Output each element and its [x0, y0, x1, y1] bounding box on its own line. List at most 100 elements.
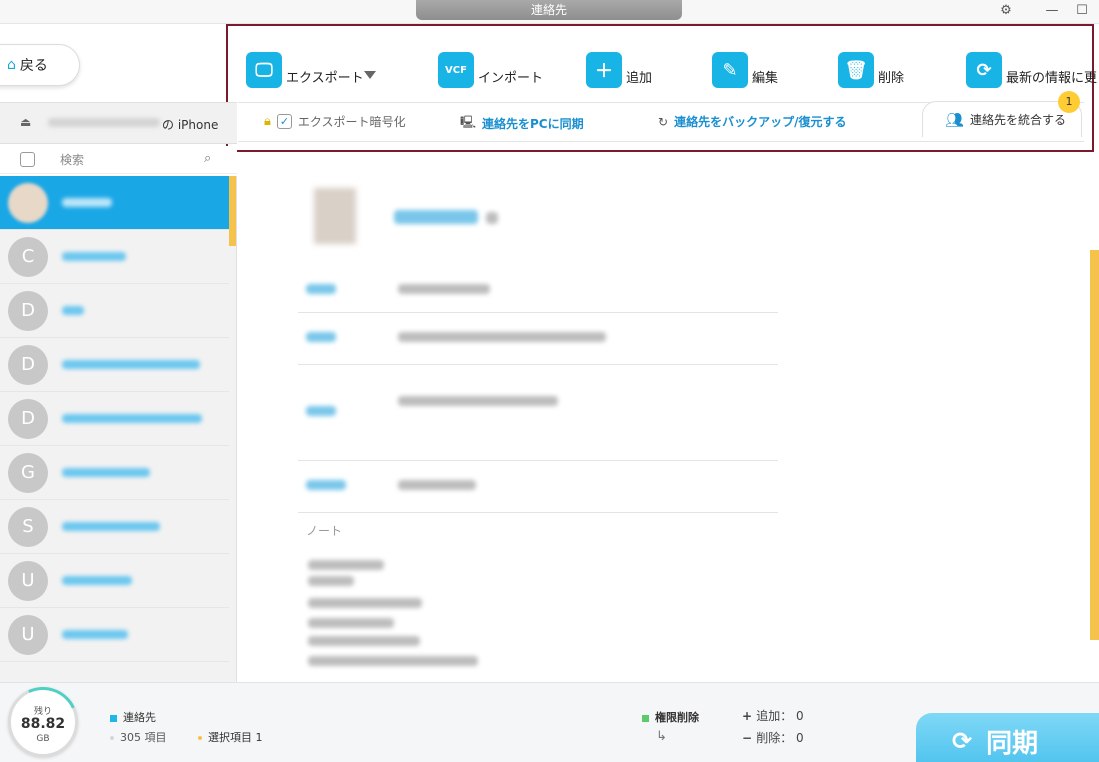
avatar: [8, 183, 48, 223]
contact-name-blurred: [62, 630, 128, 639]
gear-icon[interactable]: ⚙: [996, 2, 1016, 20]
note-label: ノート: [306, 524, 343, 538]
search-input[interactable]: [60, 150, 220, 170]
export-button[interactable]: 🖵 エクスポート: [246, 50, 364, 88]
history-icon: ↻: [658, 114, 669, 129]
edit-button[interactable]: ✎ 編集: [712, 50, 778, 88]
note-line-blurred: [308, 636, 420, 646]
permission-delete-label: 権限削除: [655, 711, 699, 724]
avatar: U: [8, 561, 48, 601]
contact-row[interactable]: G: [0, 446, 229, 500]
avatar: D: [8, 399, 48, 439]
contact-name-blurred: [62, 576, 132, 585]
note-line-blurred: [308, 576, 354, 586]
contacts-legend-label: 連絡先: [123, 711, 156, 724]
toolbar: 🖵 エクスポート VCF インポート ＋ 追加 ✎ 編集 🗑 削除 ⟳ 最新の情…: [226, 24, 1097, 152]
contact-row[interactable]: D: [0, 392, 229, 446]
selected-dot: [198, 736, 202, 740]
eject-icon[interactable]: ⏏: [20, 115, 31, 129]
items-dot: [110, 736, 114, 740]
divider: [298, 364, 778, 365]
home-icon: ⌂: [7, 57, 16, 73]
add-stat: + 追加： 0: [742, 707, 804, 724]
field-label-blurred: [306, 284, 336, 294]
arrow-icon: ↳: [656, 729, 667, 744]
field-value-blurred: [398, 396, 558, 406]
sync-to-pc-link[interactable]: 🖳 連絡先をPCに同期: [460, 113, 584, 134]
avatar: S: [8, 507, 48, 547]
contacts-legend: 連絡先: [110, 709, 156, 725]
sync-icon: ⟳: [952, 727, 973, 755]
add-button[interactable]: ＋ 追加: [586, 50, 652, 88]
contact-row[interactable]: S: [0, 500, 229, 554]
minus-icon: −: [742, 731, 757, 745]
sync-label: 同期: [986, 728, 1039, 759]
storage-value: 88.82: [20, 716, 66, 732]
delete-stat-label: 削除： 0: [756, 731, 804, 745]
contact-name-blurred: [62, 252, 126, 261]
contact-name-blurred: [62, 306, 84, 315]
edit-icon: ✎: [712, 52, 748, 88]
search-row: ⌕: [0, 146, 237, 174]
contact-fullname-blurred: [394, 210, 478, 224]
vcf-import-icon: VCF: [438, 52, 474, 88]
backup-label: 連絡先をバックアップ/復元する: [674, 115, 847, 129]
permission-delete-legend: 権限削除: [642, 709, 699, 725]
contact-list: C D D D G S U U: [0, 176, 237, 682]
title-bar: 連絡先 ⚙ — ☐: [0, 0, 1099, 24]
select-all-checkbox[interactable]: [20, 152, 35, 167]
field-value-blurred: [398, 480, 476, 490]
encrypt-checkbox[interactable]: ✓: [276, 114, 292, 129]
contact-name-blurred: [62, 414, 202, 423]
contact-row[interactable]: D: [0, 338, 229, 392]
merge-label: 連絡先を統合する: [970, 113, 1067, 127]
refresh-icon: ⟳: [966, 52, 1002, 88]
avatar: C: [8, 237, 48, 277]
items-count-label: 305 項目: [120, 731, 167, 744]
import-label: インポート: [478, 71, 544, 86]
add-label: 追加: [626, 71, 653, 86]
detail-scrollbar[interactable]: [1090, 250, 1099, 640]
minimize-button[interactable]: —: [1042, 2, 1062, 20]
contact-photo: [314, 188, 356, 244]
permission-color-square: [642, 714, 649, 722]
add-contact-icon: ＋: [586, 52, 622, 88]
contact-row[interactable]: U: [0, 608, 229, 662]
export-icon: 🖵: [246, 52, 282, 88]
contact-name-blurred: [62, 360, 200, 369]
note-line-blurred: [308, 618, 394, 628]
footer-status-bar: 残り 88.82 GB 連絡先 305 項目 選択項目 1 権限削除 ↳ + 追…: [0, 677, 1099, 762]
import-button[interactable]: VCF インポート: [438, 50, 543, 88]
device-name-suffix: の iPhone: [162, 118, 219, 132]
sync-button[interactable]: ⟳ 同期: [916, 713, 1099, 762]
storage-gauge: 残り 88.82 GB: [0, 677, 88, 762]
contact-name-blurred: [62, 198, 112, 207]
note-line-blurred: [308, 560, 384, 570]
maximize-button[interactable]: ☐: [1072, 2, 1092, 20]
contact-detail-pane: ノート: [238, 152, 1088, 682]
field-value-blurred: [398, 284, 490, 294]
plus-icon: +: [742, 709, 757, 723]
backup-restore-link[interactable]: ↻ 連絡先をバックアップ/復元する: [658, 113, 846, 130]
edit-label: 編集: [752, 71, 779, 86]
refresh-button[interactable]: ⟳ 最新の情報に更: [966, 50, 1097, 88]
window-title: 連絡先: [416, 0, 682, 20]
contact-edit-blurred: [486, 212, 498, 224]
avatar: G: [8, 453, 48, 493]
contact-row[interactable]: [0, 176, 229, 230]
search-icon[interactable]: ⌕: [204, 151, 211, 166]
export-label: エクスポート: [286, 71, 364, 86]
contact-row[interactable]: D: [0, 284, 229, 338]
contact-row[interactable]: C: [0, 230, 229, 284]
contact-row[interactable]: U: [0, 554, 229, 608]
field-label-blurred: [306, 406, 336, 416]
export-encryption[interactable]: 🔒︎ ✓ エクスポート暗号化: [264, 113, 406, 130]
back-button[interactable]: ⌂ 戻る: [0, 44, 80, 86]
contact-list-scrollbar[interactable]: [229, 176, 236, 246]
device-header[interactable]: ⏏ の iPhone: [0, 102, 237, 144]
refresh-label: 最新の情報に更: [1006, 71, 1098, 86]
delete-button[interactable]: 🗑 削除: [838, 50, 904, 88]
add-stat-label: 追加： 0: [756, 709, 804, 723]
contacts-color-square: [110, 714, 117, 722]
export-dropdown-icon[interactable]: [364, 71, 376, 79]
